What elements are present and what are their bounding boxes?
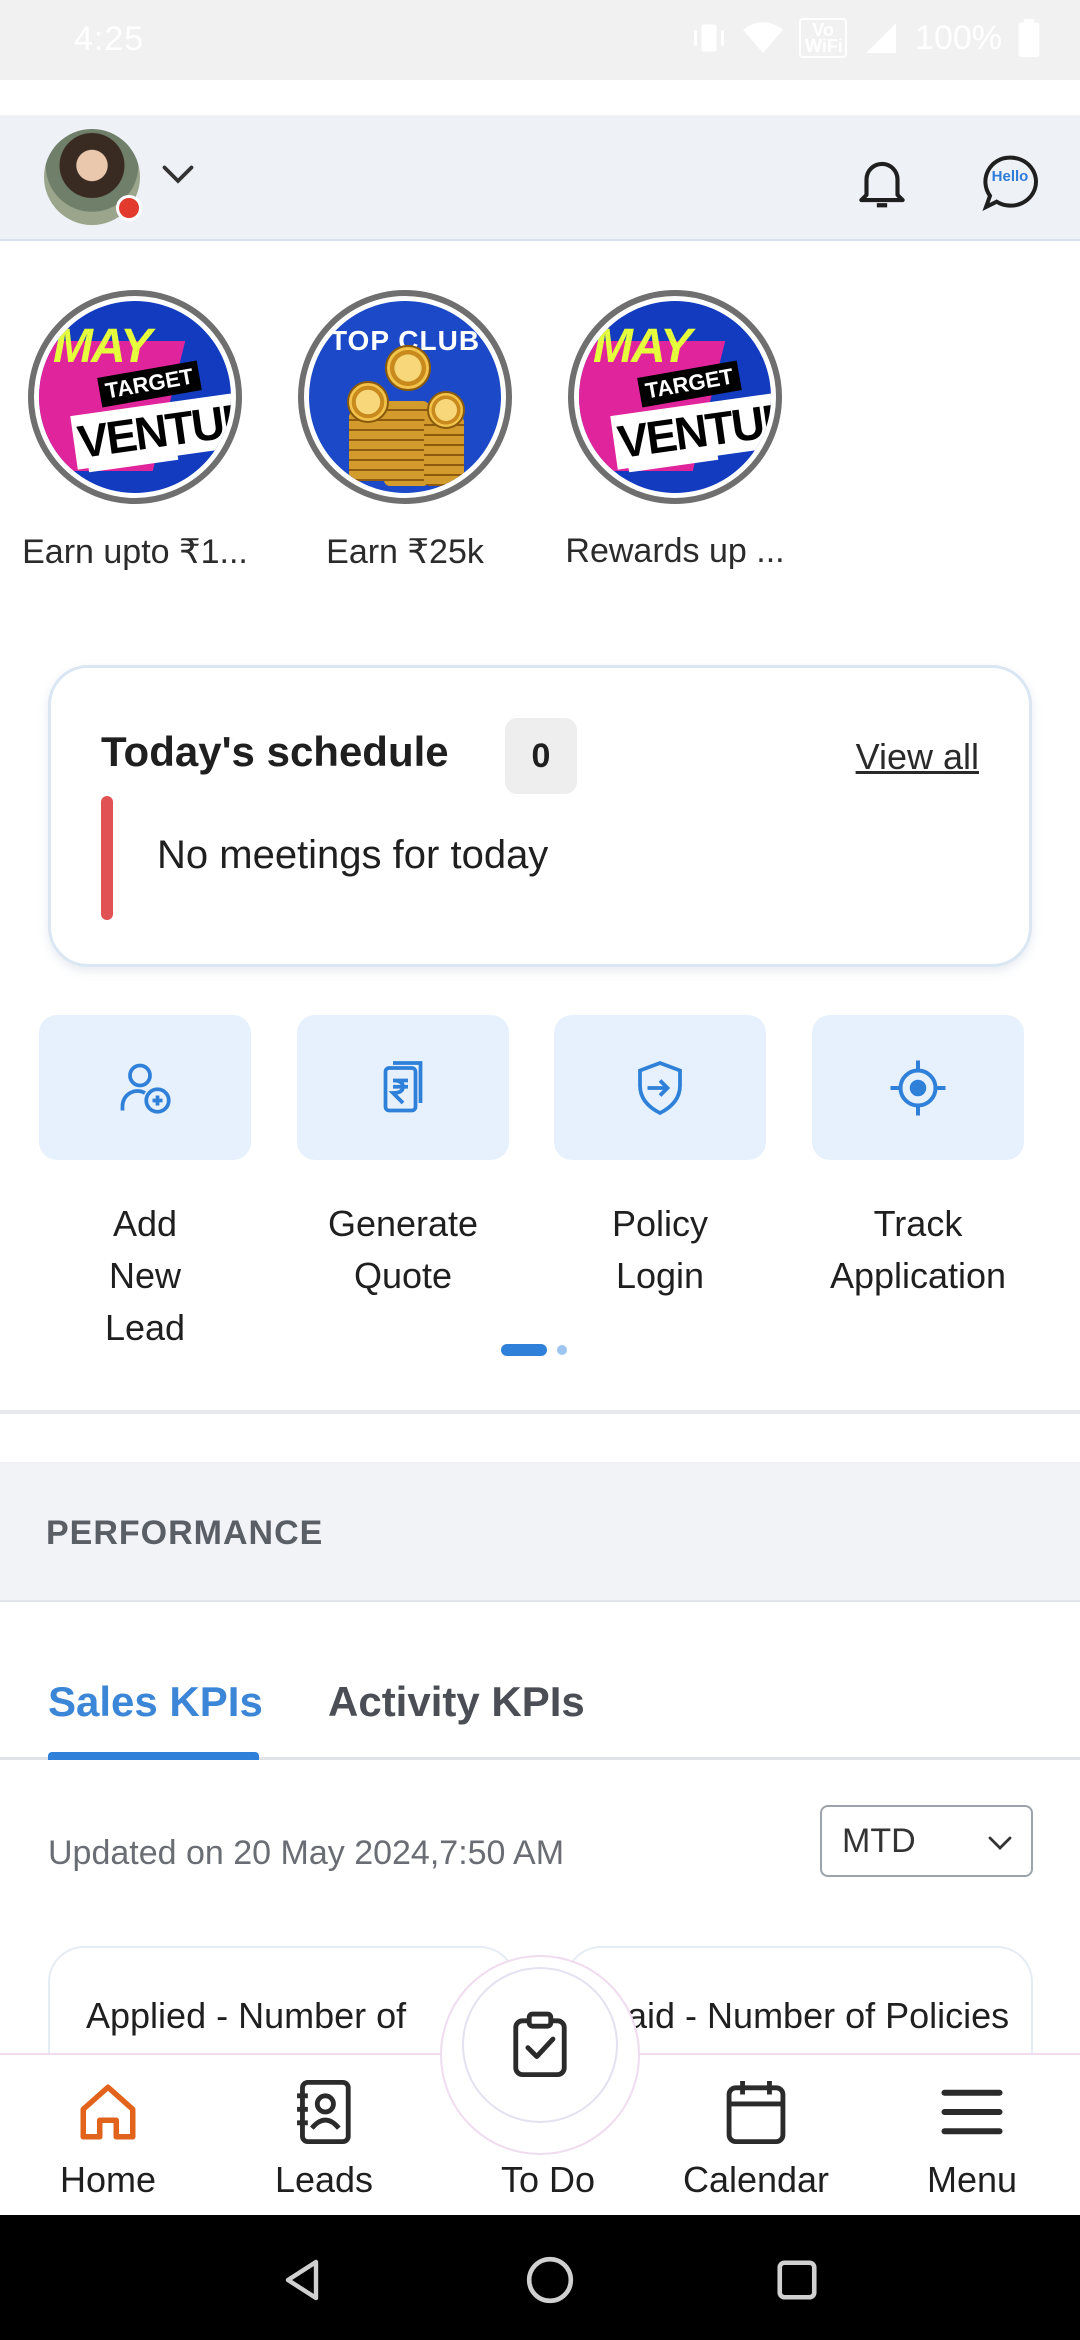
nav-leads[interactable]: Leads — [244, 2077, 404, 2201]
section-divider — [0, 1410, 1080, 1414]
kpi-tabs: Sales KPIs Activity KPIs — [0, 1660, 1080, 1760]
story-image: TOP CLUB — [309, 301, 501, 493]
action-label: Policy Login — [611, 1203, 709, 1296]
chat-hello-label: Hello — [991, 168, 1029, 185]
bottom-nav-items: Home Leads To Do Calendar Menu — [0, 2053, 1080, 2215]
battery-icon — [1018, 19, 1040, 57]
performance-header: PERFORMANCE — [0, 1462, 1080, 1602]
action-label: Track Application — [829, 1203, 1007, 1296]
leads-icon — [297, 2079, 351, 2145]
tab-sales-kpis[interactable]: Sales KPIs — [48, 1678, 263, 1726]
policy-login-icon — [638, 1060, 682, 1115]
story-label: Earn upto ₹1... — [22, 533, 248, 571]
nav-label: To Do — [500, 2159, 596, 2200]
action-tile — [297, 1015, 509, 1160]
performance-title: PERFORMANCE — [46, 1514, 324, 1552]
action-label: Generate Quote — [327, 1203, 479, 1296]
home-circle-icon[interactable] — [525, 2255, 575, 2305]
period-select-value: MTD — [842, 1822, 916, 1860]
tab-activity-kpis[interactable]: Activity KPIs — [328, 1678, 585, 1726]
nav-calendar[interactable]: Calendar — [676, 2077, 836, 2201]
status-time: 4:25 — [74, 20, 145, 58]
status-dot — [116, 195, 142, 221]
track-application-button[interactable]: Track Application — [803, 1015, 1033, 1302]
story-label: Rewards up ... — [565, 532, 785, 570]
schedule-card: Today's schedule 0 View all No meetings … — [48, 665, 1032, 967]
story-ring: MAY TARGET VENTURE — [28, 290, 242, 504]
action-tile — [812, 1015, 1024, 1160]
chevron-down-icon[interactable] — [160, 163, 196, 187]
status-bar: 4:25 Vo WiFi 100% — [0, 0, 1080, 80]
active-tab-indicator — [48, 1752, 259, 1760]
story-image: MAY TARGET VENTURE — [579, 301, 771, 493]
story-ring: MAY TARGET VENTURE — [568, 290, 782, 504]
schedule-count-badge: 0 — [505, 718, 577, 794]
crosshair-icon — [890, 1060, 946, 1115]
page-dot-active — [501, 1344, 547, 1356]
quick-actions: Add New Lead Generate Quote Policy Login… — [0, 1015, 1080, 1348]
volte-icon: Vo WiFi — [799, 18, 848, 58]
vibrate-icon — [694, 24, 725, 52]
bell-icon[interactable] — [851, 151, 913, 213]
story-item[interactable]: TOP CLUB Earn ₹25k — [275, 290, 535, 572]
period-select[interactable]: MTD — [820, 1805, 1033, 1877]
nav-label: Calendar — [682, 2159, 830, 2200]
chat-icon[interactable]: Hello — [978, 151, 1042, 215]
nav-home[interactable]: Home — [28, 2077, 188, 2201]
status-icons: Vo WiFi 100% — [691, 18, 1040, 58]
back-icon[interactable] — [278, 2255, 326, 2305]
story-may-text: MAY — [593, 320, 692, 373]
schedule-empty-text: No meetings for today — [157, 833, 549, 877]
action-tile — [554, 1015, 766, 1160]
home-icon — [80, 2084, 136, 2140]
story-item[interactable]: MAY TARGET VENTURE Rewards up ... — [545, 290, 805, 571]
schedule-title: Today's schedule — [101, 728, 449, 775]
calendar-icon — [726, 2081, 786, 2145]
avatar[interactable] — [44, 129, 142, 225]
policy-login-button[interactable]: Policy Login — [545, 1015, 775, 1302]
story-image: MAY TARGET VENTURE — [39, 301, 231, 493]
battery-percent: 100% — [915, 18, 1002, 57]
nav-label: Leads — [274, 2159, 374, 2200]
quote-document-icon — [383, 1060, 423, 1112]
nav-label: Menu — [926, 2159, 1018, 2200]
story-item[interactable]: MAY TARGET VENTURE Earn upto ₹1... — [5, 290, 265, 572]
page-dot — [557, 1345, 567, 1355]
chevron-down-icon — [988, 1836, 1012, 1850]
view-all-link[interactable]: View all — [856, 736, 979, 778]
nav-todo[interactable]: To Do — [468, 2077, 628, 2201]
story-may-text: MAY — [53, 320, 152, 373]
menu-icon — [941, 2089, 1003, 2135]
app-header: Hello — [0, 115, 1080, 241]
signal-icon — [866, 23, 897, 53]
generate-quote-button[interactable]: Generate Quote — [288, 1015, 518, 1302]
nav-menu[interactable]: Menu — [892, 2077, 1052, 2201]
story-label: Earn ₹25k — [326, 533, 484, 571]
story-ring: TOP CLUB — [298, 290, 512, 504]
updated-timestamp: Updated on 20 May 2024,7:50 AM — [48, 1834, 565, 1872]
page-indicator — [0, 1344, 1080, 1356]
wifi-icon — [743, 22, 784, 53]
schedule-accent-bar — [101, 796, 113, 920]
stories-row: MAY TARGET VENTURE Earn upto ₹1... TOP C… — [0, 290, 1080, 590]
action-label: Add New Lead — [104, 1203, 186, 1348]
kpi-card-label: Paid - Number of Policies — [603, 1995, 1010, 2036]
add-new-lead-button[interactable]: Add New Lead — [30, 1015, 260, 1354]
add-user-icon — [120, 1063, 171, 1114]
nav-label: Home — [59, 2159, 157, 2200]
action-tile — [39, 1015, 251, 1160]
android-nav-bar — [0, 2215, 1080, 2340]
recent-apps-icon[interactable] — [774, 2257, 820, 2303]
